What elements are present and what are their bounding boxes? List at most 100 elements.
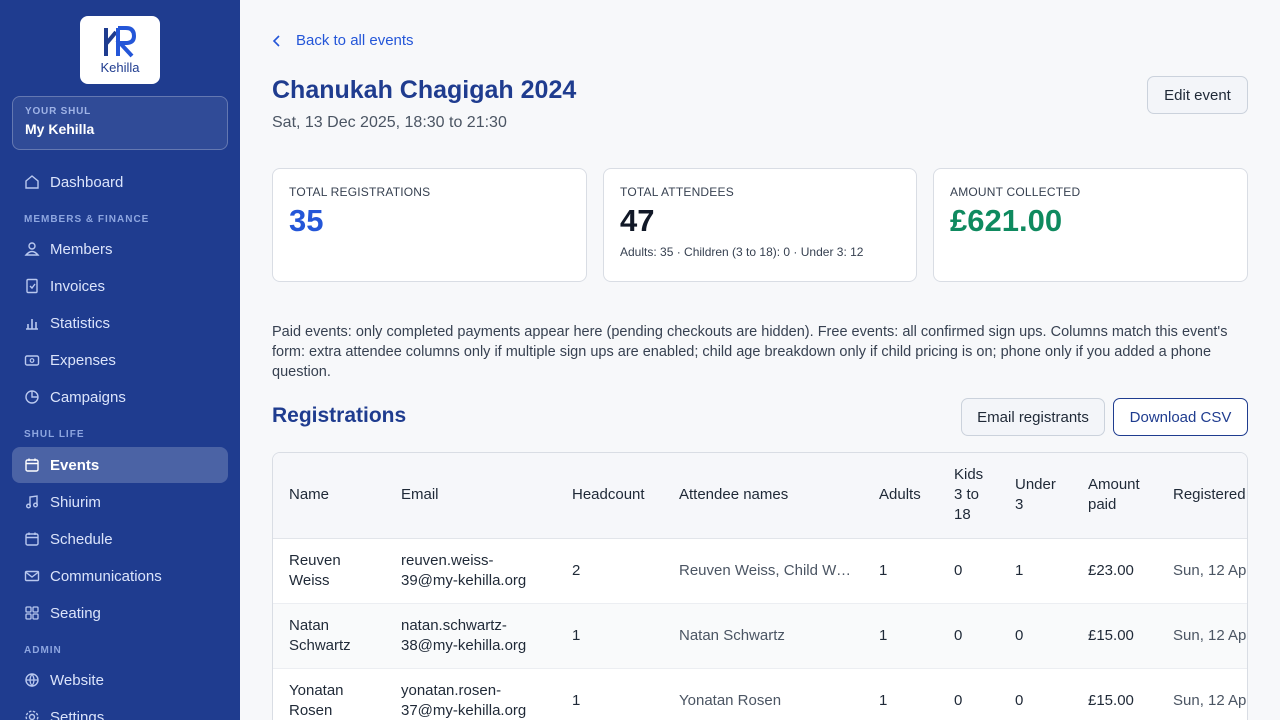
email-registrants-button[interactable]: Email registrants xyxy=(961,398,1105,436)
cell-headcount: 1 xyxy=(556,603,663,669)
info-text: Paid events: only completed payments app… xyxy=(272,324,1228,380)
sidebar-item-dashboard[interactable]: Dashboard xyxy=(12,164,228,200)
edit-event-button[interactable]: Edit event xyxy=(1147,76,1248,114)
kehilla-logo[interactable]: Kehilla xyxy=(80,16,160,84)
sidebar-item-label: Settings xyxy=(50,708,105,720)
cell-amount-paid: £15.00 xyxy=(1072,668,1157,720)
shul-name: My Kehilla xyxy=(25,121,95,137)
cell-kids: 0 xyxy=(938,668,999,720)
user-icon xyxy=(24,242,40,256)
grid-icon xyxy=(25,606,39,620)
column-header-registered[interactable]: Registered xyxy=(1157,453,1247,539)
sidebar: Kehilla YOUR SHUL My Kehilla Dashboard M… xyxy=(0,0,240,720)
sidebar-item-label: Communications xyxy=(50,567,162,585)
sidebar-item-label: Shiurim xyxy=(50,493,101,511)
sidebar-item-label: Dashboard xyxy=(50,173,124,191)
sidebar-item-label: Events xyxy=(50,456,100,474)
sidebar-item-label: Invoices xyxy=(50,277,106,295)
sidebar-item-website[interactable]: Website xyxy=(12,662,228,698)
calendar-icon xyxy=(25,532,39,546)
stat-card-attendees: TOTAL ATTENDEES 47 Adults: 35 · Children… xyxy=(603,168,917,282)
section-label-admin: ADMIN xyxy=(24,645,62,656)
cell-name: Yonatan Rosen xyxy=(273,668,385,720)
logo-mark-icon xyxy=(104,26,137,58)
cell-registered: Sun, 12 Apr 2026 xyxy=(1157,668,1247,720)
table-row[interactable]: Yonatan Rosen yonatan.rosen-37@my-kehill… xyxy=(273,668,1247,720)
cell-email: yonatan.rosen-37@my-kehilla.org xyxy=(385,668,556,720)
sidebar-item-label: Expenses xyxy=(50,351,116,369)
cell-registered: Sun, 12 Apr 2026 xyxy=(1157,603,1247,669)
sidebar-item-label: Website xyxy=(50,671,104,689)
table-row[interactable]: Natan Schwartz natan.schwartz-38@my-kehi… xyxy=(273,603,1247,669)
cell-amount-paid: £15.00 xyxy=(1072,603,1157,669)
cell-adults: 1 xyxy=(863,538,938,604)
cell-headcount: 1 xyxy=(556,668,663,720)
mail-icon xyxy=(24,570,40,582)
sidebar-item-label: Campaigns xyxy=(50,388,126,406)
column-header-under-3[interactable]: Under 3 xyxy=(999,453,1072,539)
sidebar-item-label: Seating xyxy=(50,604,101,622)
back-link[interactable]: Back to all events xyxy=(272,32,414,49)
sidebar-item-shiurim[interactable]: Shiurim xyxy=(12,484,228,520)
music-note-icon xyxy=(26,495,38,509)
stat-value: 47 xyxy=(620,203,655,238)
cell-kids: 0 xyxy=(938,538,999,604)
download-csv-button[interactable]: Download CSV xyxy=(1113,398,1248,436)
column-header-adults[interactable]: Adults xyxy=(863,453,938,539)
column-header-headcount[interactable]: Headcount xyxy=(556,453,663,539)
cell-amount-paid: £23.00 xyxy=(1072,538,1157,604)
cell-under-3: 1 xyxy=(999,538,1072,604)
registrations-table[interactable]: Name Email Headcount Attendee names Adul… xyxy=(272,452,1248,720)
sidebar-item-settings[interactable]: Settings xyxy=(12,699,228,720)
wallet-icon xyxy=(24,355,40,366)
stat-value: £621.00 xyxy=(950,203,1063,238)
column-header-name[interactable]: Name xyxy=(273,453,385,539)
main-content: Back to all events Chanukah Chagigah 202… xyxy=(240,0,1280,720)
section-label-members-finance: MEMBERS & FINANCE xyxy=(24,214,150,225)
cell-name: Natan Schwartz xyxy=(273,603,385,669)
column-header-attendee-names[interactable]: Attendee names xyxy=(663,453,863,539)
sidebar-item-label: Members xyxy=(50,240,113,258)
stat-card-amount: AMOUNT COLLECTED £621.00 xyxy=(933,168,1248,282)
sidebar-item-seating[interactable]: Seating xyxy=(12,595,228,631)
cell-kids: 0 xyxy=(938,603,999,669)
stat-label: AMOUNT COLLECTED xyxy=(950,185,1081,199)
column-header-kids[interactable]: Kids 3 to 18 xyxy=(938,453,999,539)
cell-headcount: 2 xyxy=(556,538,663,604)
sidebar-item-members[interactable]: Members xyxy=(12,231,228,267)
sidebar-item-schedule[interactable]: Schedule xyxy=(12,521,228,557)
shul-selector[interactable]: YOUR SHUL My Kehilla xyxy=(12,96,228,150)
cell-email: reuven.weiss-39@my-kehilla.org xyxy=(385,538,556,604)
cell-email: natan.schwartz-38@my-kehilla.org xyxy=(385,603,556,669)
attendee-breakdown: Adults: 35 · Children (3 to 18): 0 · Und… xyxy=(620,245,864,259)
page-title: Chanukah Chagigah 2024 xyxy=(272,76,577,104)
pie-chart-icon xyxy=(25,390,39,404)
event-date: Sat, 13 Dec 2025, 18:30 to 21:30 xyxy=(272,114,507,131)
stat-card-registrations: TOTAL REGISTRATIONS 35 xyxy=(272,168,587,282)
back-link-label: Back to all events xyxy=(296,32,414,49)
sidebar-item-expenses[interactable]: Expenses xyxy=(12,342,228,378)
invoice-icon xyxy=(26,278,38,294)
cell-registered: Sun, 12 Apr 2026 xyxy=(1157,538,1247,604)
gear-icon xyxy=(25,710,39,720)
table-row[interactable]: Reuven Weiss reuven.weiss-39@my-kehilla.… xyxy=(273,538,1247,604)
cell-name: Reuven Weiss xyxy=(273,538,385,604)
shul-label: YOUR SHUL xyxy=(25,106,92,117)
registrations-heading: Registrations xyxy=(272,404,407,427)
column-header-email[interactable]: Email xyxy=(385,453,556,539)
sidebar-item-campaigns[interactable]: Campaigns xyxy=(12,379,228,415)
sidebar-item-statistics[interactable]: Statistics xyxy=(12,305,228,341)
cell-under-3: 0 xyxy=(999,668,1072,720)
stat-label: TOTAL ATTENDEES xyxy=(620,185,734,199)
bar-chart-icon xyxy=(26,319,38,330)
cell-adults: 1 xyxy=(863,603,938,669)
cell-attendee-names: Yonatan Rosen xyxy=(663,668,863,720)
sidebar-item-events[interactable]: Events xyxy=(12,447,228,483)
section-label-shul-life: SHUL LIFE xyxy=(24,429,85,440)
sidebar-item-communications[interactable]: Communications xyxy=(12,558,228,594)
column-header-amount-paid[interactable]: Amount paid xyxy=(1072,453,1157,539)
stat-label: TOTAL REGISTRATIONS xyxy=(289,185,431,199)
sidebar-item-label: Schedule xyxy=(50,530,113,548)
cell-attendee-names: Natan Schwartz xyxy=(663,603,863,669)
sidebar-item-invoices[interactable]: Invoices xyxy=(12,268,228,304)
